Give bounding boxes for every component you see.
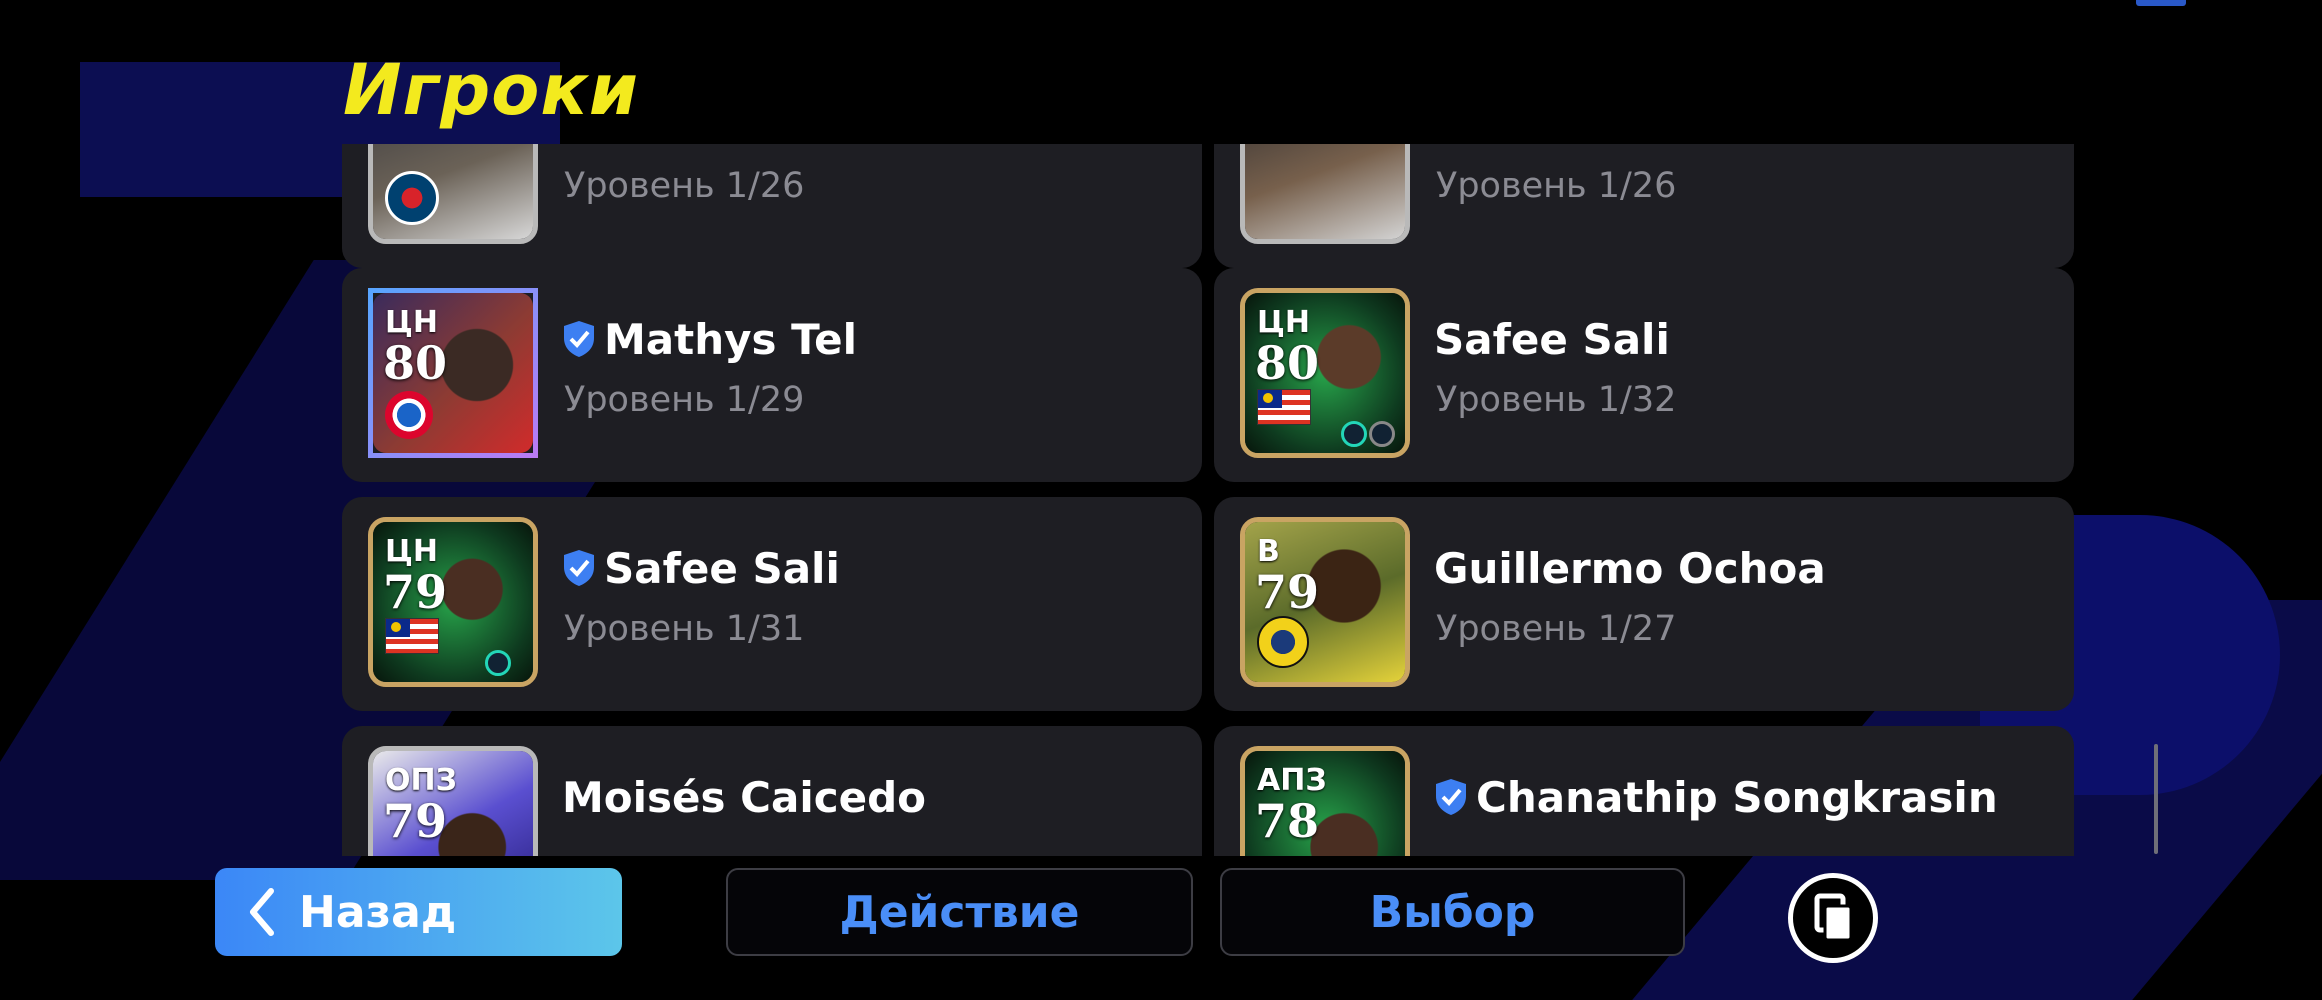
player-card[interactable]: Уровень 1/26	[342, 144, 1202, 268]
skill-chip-icon	[1341, 421, 1367, 447]
player-position: АПЗ	[1257, 763, 1327, 798]
player-name: Safee Sali	[1434, 315, 1670, 364]
player-rating: 79	[383, 794, 448, 848]
player-rating: 80	[1255, 336, 1320, 390]
copy-icon	[1814, 893, 1853, 942]
player-level: Уровень 1/32	[1436, 380, 1677, 420]
player-level: Уровень 1/26	[1436, 166, 1677, 206]
player-level: Уровень 1/26	[564, 166, 805, 206]
player-avatar: ОПЗ 79	[368, 746, 538, 856]
player-card[interactable]: ЦН 80 Safee Sali Уровень 1/32	[1214, 268, 2074, 482]
player-level: Уровень 1/27	[1436, 609, 1677, 649]
player-card[interactable]: АПЗ 78 Chanathip Songkrasin	[1214, 726, 2074, 856]
player-position: ЦН	[385, 305, 438, 340]
corner-indicator	[2136, 0, 2186, 6]
verified-shield-icon	[1436, 779, 1466, 815]
skill-chip-icon	[1369, 421, 1395, 447]
player-name: Moisés Caicedo	[562, 773, 927, 822]
player-avatar: В 79	[1240, 517, 1410, 687]
player-card[interactable]: Уровень 1/26	[1214, 144, 2074, 268]
player-card[interactable]: ЦН 80 Mathys Tel Уровень 1/29	[342, 268, 1202, 482]
player-card[interactable]: ЦН 79 Safee Sali Уровень 1/31	[342, 497, 1202, 711]
back-button[interactable]: Назад	[215, 868, 622, 956]
player-rating: 79	[383, 565, 448, 619]
player-avatar: АПЗ 78	[1240, 746, 1410, 856]
skill-chip-icon	[485, 650, 511, 676]
player-name: Guillermo Ochoa	[1434, 544, 1826, 593]
player-level: Уровень 1/29	[564, 380, 805, 420]
player-rating: 80	[383, 336, 448, 390]
player-name: Chanathip Songkrasin	[1434, 774, 1998, 822]
player-position: ЦН	[1257, 305, 1310, 340]
page-title: Игроки	[343, 49, 639, 131]
player-avatar: ЦН 79	[368, 517, 538, 687]
player-card[interactable]: В 79 Guillermo Ochoa Уровень 1/27	[1214, 497, 2074, 711]
player-avatar	[1240, 144, 1410, 244]
player-rating: 78	[1255, 794, 1320, 848]
player-position: ОПЗ	[385, 763, 457, 798]
player-avatar	[368, 144, 538, 244]
player-list[interactable]: Уровень 1/26 Уровень 1/26 ЦН 80 Mathys T…	[340, 144, 2080, 856]
player-position: ЦН	[385, 534, 438, 569]
action-button[interactable]: Действие	[726, 868, 1193, 956]
copy-button[interactable]	[1788, 873, 1878, 963]
scrollbar[interactable]	[2154, 744, 2158, 854]
player-avatar: ЦН 80	[1240, 288, 1410, 458]
malaysia-flag-icon	[1257, 389, 1311, 425]
select-button-label: Выбор	[1369, 886, 1536, 938]
club-badge-icon	[1257, 616, 1309, 668]
player-avatar: ЦН 80	[368, 288, 538, 458]
chevron-left-icon	[250, 888, 274, 936]
malaysia-flag-icon	[385, 618, 439, 654]
player-level: Уровень 1/31	[564, 609, 805, 649]
back-button-label: Назад	[299, 886, 457, 938]
verified-shield-icon	[564, 550, 594, 586]
player-name: Safee Sali	[562, 545, 840, 593]
player-name: Mathys Tel	[562, 316, 857, 364]
club-badge-icon	[385, 171, 439, 225]
player-rating: 79	[1255, 565, 1320, 619]
action-button-label: Действие	[839, 886, 1080, 938]
select-button[interactable]: Выбор	[1220, 868, 1685, 956]
verified-shield-icon	[564, 321, 594, 357]
club-badge-icon	[385, 391, 433, 439]
player-card[interactable]: ОПЗ 79 Moisés Caicedo	[342, 726, 1202, 856]
player-position: В	[1257, 534, 1280, 569]
